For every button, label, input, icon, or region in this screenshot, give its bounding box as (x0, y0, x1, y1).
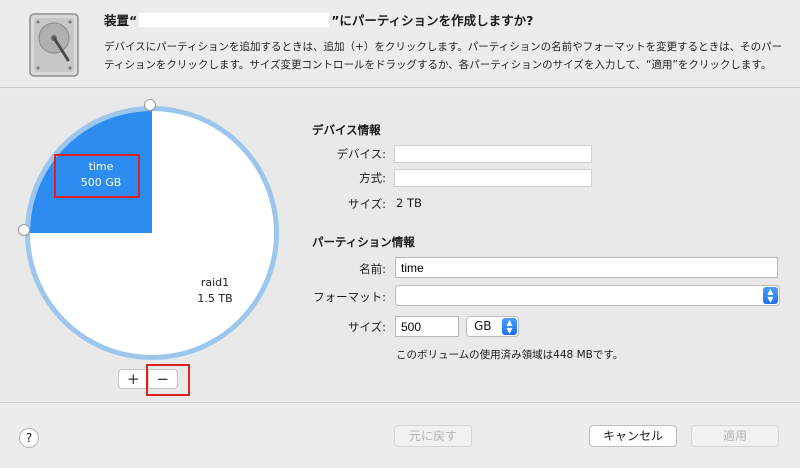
scheme-label: 方式: (359, 171, 386, 185)
used-space-note: このボリュームの使用済み領域は448 MBです。 (396, 349, 624, 361)
pie-svg (25, 106, 279, 360)
dialog-description: デバイスにパーティションを追加するときは、追加（+）をクリックします。パーティシ… (104, 41, 783, 71)
help-button[interactable]: ? (19, 428, 39, 448)
format-chevron-icon: ▲ ▼ (763, 287, 778, 304)
format-label: フォーマット: (313, 290, 386, 304)
name-label: 名前: (359, 262, 386, 276)
cancel-button[interactable]: キャンセル (589, 425, 677, 447)
slice-raid1-size: 1.5 TB (197, 292, 233, 305)
slice-raid1-name: raid1 (200, 276, 230, 289)
partition-editor: time 500 GB raid1 1.5 TB + − デバイス情報 デバイス… (0, 89, 800, 402)
apply-button[interactable]: 適用 (691, 425, 779, 447)
partition-info-title: パーティション情報 (312, 235, 415, 249)
partition-pie-chart: time 500 GB raid1 1.5 TB (16, 97, 288, 369)
size-unit-select[interactable]: GB ▲ ▼ (466, 316, 519, 337)
partition-name-input[interactable] (395, 257, 778, 278)
dialog-footer: ? 元に戻す キャンセル 適用 (0, 402, 800, 468)
device-size-label: サイズ: (347, 197, 386, 211)
redacted-device-name (139, 13, 330, 27)
device-size-value: 2 TB (396, 196, 422, 210)
dialog-header: 装置“ ”にパーティションを作成しますか? デバイスにパーティションを追加するとき… (0, 0, 800, 88)
partition-size-label: サイズ: (347, 320, 386, 334)
device-label: デバイス: (336, 147, 386, 161)
highlight-box-time (54, 154, 140, 198)
add-partition-button[interactable]: + (119, 370, 148, 388)
unit-chevron-icon: ▲ ▼ (502, 318, 517, 335)
dialog-title: 装置“ ”にパーティションを作成しますか? (104, 10, 533, 29)
device-value-field (394, 145, 592, 163)
device-info-title: デバイス情報 (312, 123, 381, 137)
revert-button[interactable]: 元に戻す (394, 425, 472, 447)
dialog-title-prefix: 装置“ (104, 13, 138, 28)
slice-raid1-label: raid1 1.5 TB (180, 275, 250, 307)
dialog-title-suffix: ”にパーティションを作成しますか? (331, 13, 534, 28)
hard-disk-icon (29, 13, 79, 77)
resize-handle-left[interactable] (18, 224, 30, 236)
resize-handle-top[interactable] (144, 99, 156, 111)
scheme-value-field (394, 169, 592, 187)
partition-size-input[interactable] (395, 316, 459, 337)
format-select[interactable]: ▲ ▼ (395, 285, 780, 306)
size-unit-value: GB (474, 319, 492, 333)
highlight-box-remove (146, 364, 190, 396)
